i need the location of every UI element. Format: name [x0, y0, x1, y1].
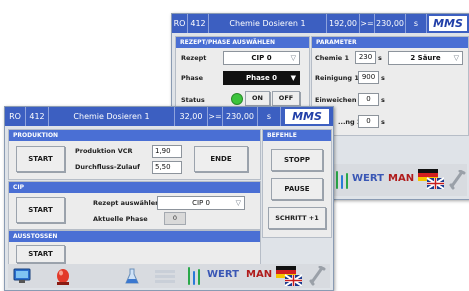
back-title-unit: s [406, 14, 427, 33]
pause-button[interactable]: PAUSE [271, 178, 323, 200]
produktion-vcr-label: Produktion VCR [75, 147, 133, 155]
schritt-button[interactable]: SCHRITT +1 [268, 207, 326, 229]
ausstossen-title: AUSSTOSSEN [9, 231, 260, 242]
ausstossen-start-button[interactable]: START [16, 245, 65, 263]
vorlage-unit: s [381, 118, 385, 126]
reinigung-input[interactable]: 900 [358, 71, 379, 84]
rezept-select-value: CIP 0 [251, 54, 272, 62]
rezept-phase-panel-title: REZEPT/PHASE AUSWÄHLEN [176, 37, 309, 48]
front-toolbar: WERT MAN [8, 264, 330, 288]
befehle-panel: BEFEHLE STOPP PAUSE SCHRITT +1 [262, 129, 332, 238]
phase-select[interactable]: Phase 0 ▼ [223, 71, 300, 85]
levels-icon[interactable] [188, 267, 202, 285]
chemie-label: Chemie 1 [315, 54, 350, 62]
man-button[interactable]: MAN [388, 173, 414, 184]
wrench-icon[interactable] [308, 266, 326, 286]
ausstossen-panel: AUSSTOSSEN START [8, 230, 261, 265]
front-title-op: >= [208, 107, 223, 126]
phase-label: Phase [181, 74, 204, 82]
alarm-icon[interactable] [55, 267, 71, 285]
off-button[interactable]: OFF [272, 91, 300, 106]
levels-icon[interactable] [336, 171, 350, 189]
chemie-input[interactable]: 230 [355, 51, 376, 64]
durchfluss-label: Durchfluss-Zulauf [75, 163, 140, 171]
einweichen-unit: s [381, 96, 385, 104]
front-window: RO 412 Chemie Dosieren 1 32,00 >= 230,00… [4, 106, 334, 291]
man-button[interactable]: MAN [246, 269, 272, 280]
chevron-down-icon: ▽ [453, 54, 459, 62]
chemie-type-select[interactable]: 2 Säure ▽ [388, 51, 463, 65]
aktuelle-phase-label: Aktuelle Phase [93, 215, 148, 223]
chevron-down-icon: ▽ [290, 54, 296, 62]
on-button[interactable]: ON [245, 91, 270, 106]
list-icon[interactable] [154, 268, 176, 284]
cip-rezept-select[interactable]: CIP 0 ▽ [157, 196, 245, 210]
language-flag-icon[interactable] [418, 169, 444, 189]
phase-select-value: Phase 0 [245, 74, 278, 82]
chevron-down-icon: ▽ [235, 199, 241, 207]
cip-title: CIP [9, 182, 260, 193]
cip-rezept-value: CIP 0 [192, 199, 210, 207]
chemie-unit: s [378, 54, 382, 62]
einweichen-input[interactable]: 0 [358, 93, 379, 106]
rezept-select[interactable]: CIP 0 ▽ [223, 51, 300, 65]
einweichen-label: Einweichen [315, 96, 357, 104]
status-label: Status [181, 96, 205, 104]
wrench-icon[interactable] [448, 170, 466, 190]
back-title-v2: 230,00 [375, 14, 406, 33]
produktion-start-button[interactable]: START [16, 146, 65, 172]
front-title-unit: s [258, 107, 281, 126]
back-title-v1: 192,00 [327, 14, 360, 33]
parameter-panel-title: PARAMETER [312, 37, 468, 48]
front-title-name: Chemie Dosieren 1 [49, 107, 175, 126]
reinigung-label: Reinigung 1 [315, 74, 359, 82]
screen-icon[interactable] [13, 268, 31, 284]
produktion-panel: PRODUKTION START Produktion VCR 1,90 Dur… [8, 129, 261, 180]
front-title-v1: 32,00 [175, 107, 208, 126]
back-titlebar: RO 412 Chemie Dosieren 1 192,00 >= 230,0… [172, 14, 469, 33]
befehle-title: BEFEHLE [263, 130, 331, 141]
front-title-v2: 230,00 [223, 107, 258, 126]
rezept-auswaehlen-label: Rezept auswählen [93, 199, 160, 207]
status-led [231, 93, 243, 105]
wert-button[interactable]: WERT [352, 173, 384, 184]
back-title-op: >= [360, 14, 375, 33]
back-title-name: Chemie Dosieren 1 [209, 14, 327, 33]
language-flag-icon[interactable] [276, 266, 302, 286]
chemie-type-value: 2 Säure [410, 54, 441, 62]
brand-logo: MMS [429, 16, 467, 31]
front-title-num: 412 [26, 107, 49, 126]
back-title-num: 412 [188, 14, 209, 33]
rezept-label: Rezept [181, 54, 207, 62]
produktion-vcr-input[interactable]: 1,90 [152, 145, 182, 158]
stopp-button[interactable]: STOPP [271, 149, 323, 171]
produktion-title: PRODUKTION [9, 130, 260, 141]
front-titlebar: RO 412 Chemie Dosieren 1 32,00 >= 230,00… [5, 107, 333, 126]
ende-button[interactable]: ENDE [194, 146, 248, 172]
cip-start-button[interactable]: START [16, 197, 65, 223]
parameter-panel: PARAMETER Chemie 1 230 s 2 Säure ▽ Reini… [311, 36, 469, 136]
durchfluss-input[interactable]: 5,50 [152, 161, 182, 174]
cip-panel: CIP START Rezept auswählen CIP 0 ▽ Aktue… [8, 181, 261, 230]
vorlage-input[interactable]: 0 [358, 115, 379, 128]
reinigung-unit: s [381, 74, 385, 82]
back-title-ro: RO [172, 14, 188, 33]
chevron-down-icon: ▼ [290, 74, 296, 82]
wert-button[interactable]: WERT [207, 269, 239, 280]
brand-logo: MMS [285, 109, 329, 124]
front-title-ro: RO [5, 107, 26, 126]
flask-icon[interactable] [125, 268, 139, 284]
aktuelle-phase-value: 0 [164, 212, 186, 225]
